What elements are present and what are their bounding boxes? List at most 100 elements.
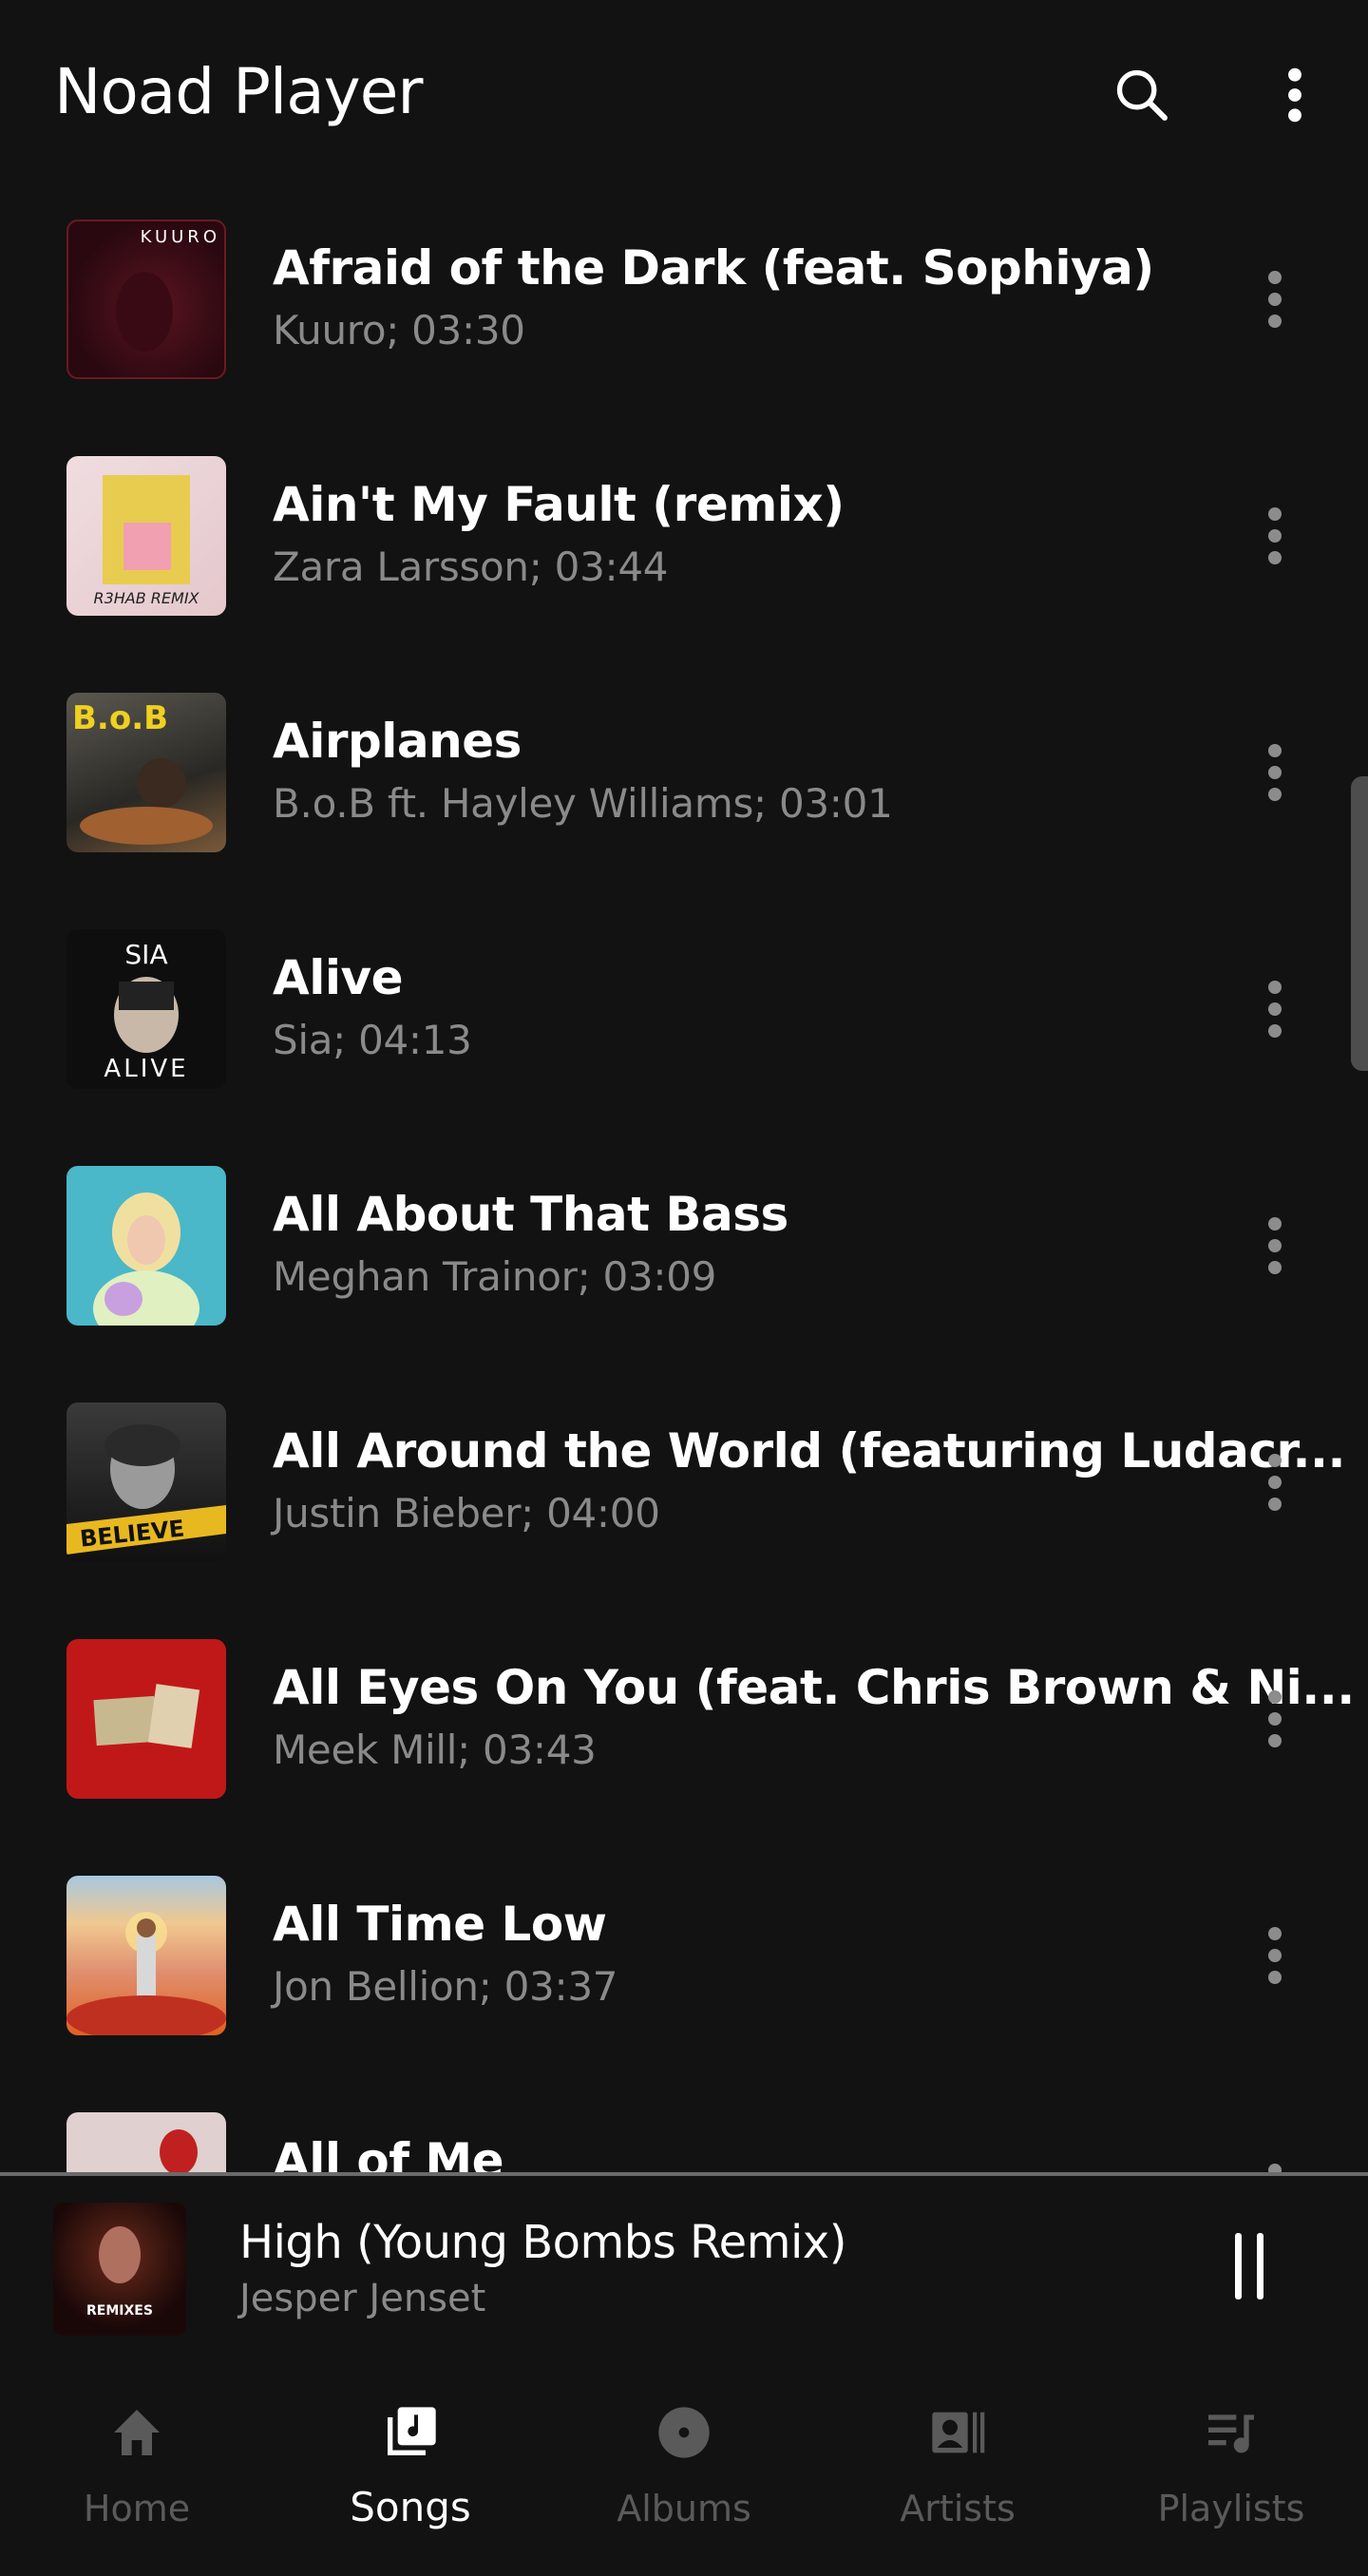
dot (1268, 1454, 1282, 1467)
song-subtitle: Justin Bieber; 04:00 (273, 1490, 660, 1536)
dot (1268, 1949, 1282, 1962)
dot (1268, 1690, 1282, 1704)
dot (1268, 1476, 1282, 1489)
playlist-icon (1208, 2414, 1254, 2453)
svg-text:KUURO: KUURO (141, 227, 220, 247)
song-row[interactable]: R3HAB REMIX Ain't My Fault (remix) Zara … (0, 431, 1368, 668)
song-row[interactable]: SIA ALIVE Alive Sia; 04:13 (0, 905, 1368, 1141)
song-title: Ain't My Fault (remix) (273, 477, 845, 532)
home-icon (114, 2410, 160, 2455)
song-row[interactable]: B.o.B Airplanes B.o.B ft. Hayley William… (0, 668, 1368, 905)
song-subtitle: Kuuro; 03:30 (273, 307, 525, 353)
search-icon (1116, 69, 1168, 121)
song-subtitle: Meghan Trainor; 03:09 (273, 1253, 717, 1300)
song-more-button[interactable] (1254, 1671, 1296, 1766)
more-vert-icon (1288, 67, 1302, 123)
dot (1268, 1498, 1282, 1511)
nav-albums[interactable]: Albums (547, 2357, 821, 2576)
dot (1268, 766, 1282, 779)
album-art (66, 1639, 226, 1799)
song-row[interactable]: All Time Low Jon Bellion; 03:37 (0, 1851, 1368, 2088)
nav-artists[interactable]: Artists (821, 2357, 1094, 2576)
song-more-button[interactable] (1254, 1198, 1296, 1293)
album-art (66, 1166, 226, 1326)
song-row[interactable]: BELIEVE All Around the World (featuring … (0, 1378, 1368, 1614)
song-title: All of Me (273, 2133, 504, 2173)
song-more-button[interactable] (1254, 488, 1296, 583)
svg-text:REMIXES: REMIXES (86, 2303, 153, 2318)
dot (1268, 315, 1282, 328)
now-playing-title: High (Young Bombs Remix) (239, 2216, 846, 2269)
dot (1268, 271, 1282, 284)
dot (1268, 1239, 1282, 1252)
now-playing-art: REMIXES (53, 2203, 186, 2336)
dot (1268, 981, 1282, 994)
song-subtitle: Meek Mill; 03:43 (273, 1727, 597, 1773)
song-more-button[interactable] (1254, 1908, 1296, 2003)
album-art: SIA ALIVE (66, 929, 226, 1089)
song-title: All Eyes On You (feat. Chris Brown & Ni.… (273, 1660, 1355, 1715)
nav-label: Albums (617, 2488, 751, 2529)
song-row[interactable]: All of Me (0, 2088, 1368, 2173)
song-title: Airplanes (273, 714, 522, 769)
dot (1268, 1734, 1282, 1747)
song-title: All Time Low (273, 1897, 607, 1952)
dot (1268, 1712, 1282, 1726)
album-art (66, 2112, 226, 2173)
mini-player[interactable]: REMIXES High (Young Bombs Remix) Jesper … (0, 2176, 1368, 2357)
app-bar: Noad Player (0, 0, 1368, 195)
artist-icon (932, 2412, 985, 2453)
pause-button[interactable] (1216, 2219, 1282, 2314)
svg-text:R3HAB REMIX: R3HAB REMIX (93, 589, 200, 607)
dot (1268, 1927, 1282, 1940)
nav-playlists[interactable]: Playlists (1094, 2357, 1368, 2576)
song-more-button[interactable] (1254, 1435, 1296, 1530)
song-subtitle: Jon Bellion; 03:37 (273, 1963, 618, 2010)
song-row[interactable]: All Eyes On You (feat. Chris Brown & Ni.… (0, 1614, 1368, 1851)
svg-text:SIA: SIA (124, 939, 167, 970)
album-art (66, 1876, 226, 2035)
album-icon (658, 2407, 710, 2458)
album-art: BELIEVE (66, 1402, 226, 1562)
nav-home[interactable]: Home (0, 2357, 274, 2576)
svg-text:ALIVE: ALIVE (104, 1055, 188, 1083)
bottom-navigation: Home Songs Albums Artists Playlists (0, 2357, 1368, 2576)
dot (1268, 1002, 1282, 1016)
pause-icon (1235, 2233, 1242, 2299)
album-art: R3HAB REMIX (66, 456, 226, 616)
dot (1268, 1261, 1282, 1274)
library-music-icon (388, 2407, 436, 2455)
song-title: Afraid of the Dark (feat. Sophiya) (273, 240, 1154, 296)
pause-icon-bar (1257, 2233, 1264, 2299)
nav-songs[interactable]: Songs (274, 2357, 547, 2576)
song-title: All Around the World (featuring Ludacr..… (273, 1423, 1346, 1479)
dot (1268, 1971, 1282, 1984)
nav-label: Home (83, 2488, 191, 2529)
song-row[interactable]: KUURO Afraid of the Dark (feat. Sophiya)… (0, 195, 1368, 431)
search-button[interactable] (1099, 52, 1185, 138)
song-list[interactable]: KUURO Afraid of the Dark (feat. Sophiya)… (0, 195, 1368, 2173)
song-title: Alive (273, 950, 403, 1005)
dot (1268, 529, 1282, 543)
nav-label: Playlists (1157, 2488, 1305, 2529)
more-options-button[interactable] (1252, 52, 1338, 138)
song-more-button[interactable] (1254, 252, 1296, 347)
dot (1268, 507, 1282, 521)
song-subtitle: Sia; 04:13 (273, 1017, 472, 1063)
song-more-button[interactable] (1254, 962, 1296, 1057)
song-row[interactable]: All About That Bass Meghan Trainor; 03:0… (0, 1141, 1368, 1378)
svg-text:BELIEVE: BELIEVE (79, 1515, 186, 1552)
nav-label: Artists (900, 2488, 1016, 2529)
song-more-button[interactable] (1254, 725, 1296, 820)
song-more-button[interactable] (1254, 2145, 1296, 2173)
song-title: All About That Bass (273, 1187, 788, 1242)
svg-text:B.o.B: B.o.B (72, 699, 168, 737)
nav-label: Songs (350, 2484, 471, 2530)
dot (1268, 551, 1282, 564)
album-art: B.o.B (66, 693, 226, 852)
dot (1268, 744, 1282, 757)
dot (1268, 293, 1282, 306)
dot (1268, 788, 1282, 801)
album-art: KUURO (66, 219, 226, 379)
list-scrollbar[interactable] (1351, 776, 1368, 1071)
